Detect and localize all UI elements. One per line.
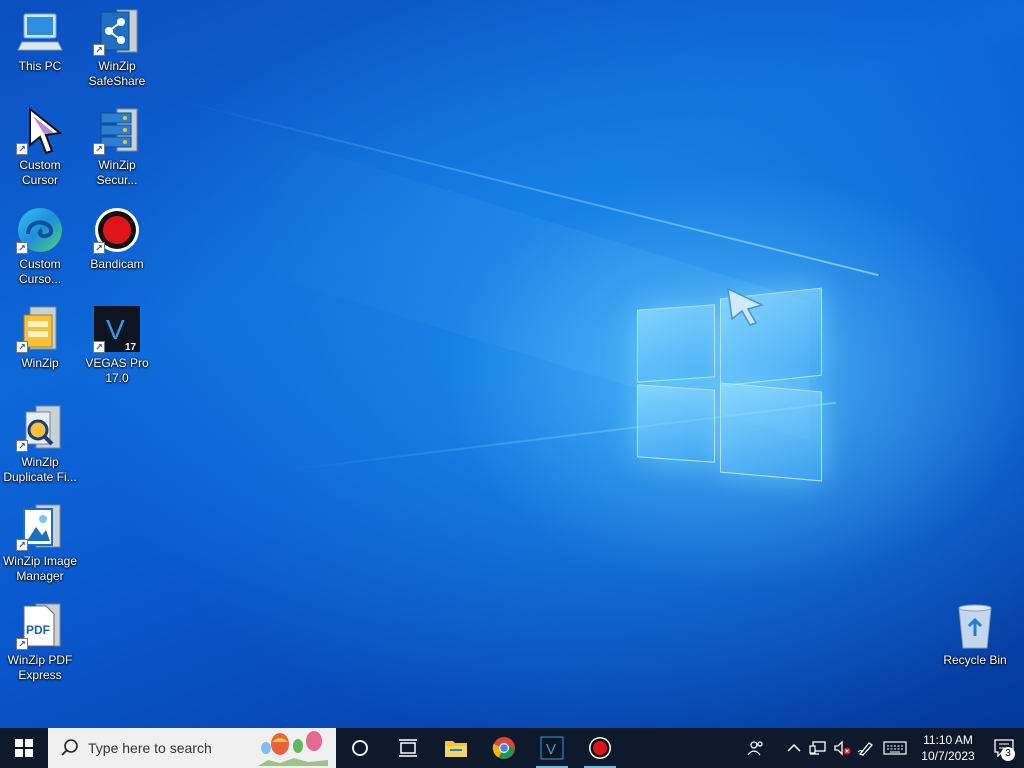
chrome-icon (492, 737, 515, 759)
desktop-icon-label: Custom Curso... (18, 257, 61, 286)
winzip-secure-backup-icon: ↗ (93, 107, 141, 155)
desktop-icon-label: WinZip SafeShare (88, 59, 146, 88)
show-hidden-icons-button[interactable] (782, 728, 806, 768)
desktop[interactable]: This PC ↗ Custom Cursor ↗ Custom Curso..… (0, 0, 1024, 728)
shortcut-arrow-icon: ↗ (16, 440, 28, 452)
pen-workspace-button[interactable] (854, 728, 878, 768)
shortcut-arrow-icon: ↗ (93, 44, 105, 56)
desktop-icon-label: VEGAS Pro 17.0 (85, 356, 149, 385)
taskbar-search-box[interactable]: Type here to search (48, 728, 336, 768)
file-explorer-button[interactable] (432, 728, 480, 768)
search-icon (61, 739, 78, 756)
people-button[interactable] (744, 728, 768, 768)
shortcut-arrow-icon: ↗ (93, 242, 105, 254)
network-button[interactable] (806, 728, 830, 768)
shortcut-arrow-icon: ↗ (16, 143, 28, 155)
winzip-pdf-icon: PDF ↗ (16, 602, 64, 650)
taskbar-clock[interactable]: 11:10 AM 10/7/2023 (912, 732, 984, 764)
mouse-cursor-icon (727, 287, 765, 326)
chevron-up-icon (787, 743, 801, 752)
shortcut-arrow-icon: ↗ (93, 143, 105, 155)
desktop-icon-vegas-pro[interactable]: V 17 ↗ VEGAS Pro 17.0 (77, 305, 157, 386)
desktop-icon-winzip-safeshare[interactable]: ↗ WinZip SafeShare (77, 8, 157, 89)
shortcut-arrow-icon: ↗ (16, 341, 28, 353)
winzip-icon: ↗ (16, 305, 64, 353)
file-explorer-icon (445, 741, 467, 757)
recycle-bin-icon (951, 602, 999, 650)
hot-air-balloons-icon (258, 731, 328, 766)
desktop-icon-winzip[interactable]: ↗ WinZip (0, 305, 80, 371)
desktop-icon-label: Bandicam (90, 257, 144, 271)
winzip-duplicate-finder-icon: ↗ (16, 404, 64, 452)
cursor-arrow-icon: ↗ (16, 106, 64, 155)
svg-text:PDF: PDF (26, 623, 50, 637)
svg-text:V: V (546, 741, 556, 758)
network-icon (809, 741, 826, 755)
winzip-safeshare-icon: ↗ (93, 8, 141, 56)
desktop-icon-custom-cursor[interactable]: ↗ Custom Cursor (0, 106, 80, 188)
vegas-pro-icon: V 17 ↗ (93, 305, 141, 353)
clock-date: 10/7/2023 (921, 749, 975, 763)
windows-start-icon (15, 739, 33, 757)
winzip-image-manager-icon: ↗ (16, 503, 64, 551)
touch-keyboard-button[interactable] (878, 728, 912, 768)
desktop-icon-label: Recycle Bin (943, 653, 1007, 667)
desktop-icon-recycle-bin[interactable]: Recycle Bin (935, 602, 1015, 668)
desktop-icon-label: WinZip (21, 356, 59, 370)
start-button[interactable] (0, 728, 48, 768)
pen-icon (857, 742, 873, 756)
desktop-icon-label: WinZip Duplicate Fi... (3, 455, 77, 484)
shortcut-arrow-icon: ↗ (16, 638, 28, 650)
action-center-button[interactable]: 3 (984, 728, 1024, 768)
svg-text:17: 17 (125, 342, 137, 353)
taskbar: Type here to search V 11:10 AM 10/7/2023… (0, 728, 1024, 768)
desktop-icon-custom-curso-edge[interactable]: ↗ Custom Curso... (0, 206, 80, 287)
desktop-icon-label: This PC (18, 59, 62, 73)
chrome-button[interactable] (480, 728, 528, 768)
volume-button[interactable] (830, 728, 854, 768)
cortana-button[interactable] (336, 728, 384, 768)
desktop-icon-winzip-pdf-express[interactable]: PDF ↗ WinZip PDF Express (0, 602, 80, 683)
volume-muted-icon (834, 740, 851, 756)
desktop-icon-label: WinZip PDF Express (7, 653, 73, 682)
notification-count-badge: 3 (1001, 747, 1015, 761)
system-tray: 11:10 AM 10/7/2023 3 (744, 728, 1024, 768)
bandicam-taskbar-button[interactable] (576, 728, 624, 768)
desktop-icon-winzip-image-manager[interactable]: ↗ WinZip Image Manager (0, 503, 80, 584)
edge-browser-icon: ↗ (16, 206, 64, 254)
vegas-pro-icon: V (540, 736, 564, 760)
shortcut-arrow-icon: ↗ (16, 242, 28, 254)
desktop-icon-this-pc[interactable]: This PC (0, 8, 80, 74)
bandicam-icon (589, 737, 611, 759)
desktop-icon-label: Custom Cursor (19, 158, 61, 187)
shortcut-arrow-icon: ↗ (16, 539, 28, 551)
cortana-icon (352, 740, 368, 756)
clock-time: 11:10 AM (923, 733, 973, 747)
people-icon (747, 741, 763, 756)
svg-text:V: V (106, 314, 125, 345)
computer-icon (16, 8, 64, 56)
search-placeholder: Type here to search (88, 740, 212, 756)
desktop-icon-winzip-duplicate-finder[interactable]: ↗ WinZip Duplicate Fi... (0, 404, 80, 485)
desktop-icon-label: WinZip Secur... (96, 158, 138, 187)
desktop-icon-bandicam[interactable]: ↗ Bandicam (77, 206, 157, 272)
desktop-icon-label: WinZip Image Manager (2, 554, 78, 583)
shortcut-arrow-icon: ↗ (93, 341, 105, 353)
desktop-icon-winzip-secure[interactable]: ↗ WinZip Secur... (77, 107, 157, 188)
task-view-icon (399, 739, 417, 757)
keyboard-icon (883, 741, 907, 755)
task-view-button[interactable] (384, 728, 432, 768)
vegas-pro-taskbar-button[interactable]: V (528, 728, 576, 768)
record-icon: ↗ (93, 206, 141, 254)
